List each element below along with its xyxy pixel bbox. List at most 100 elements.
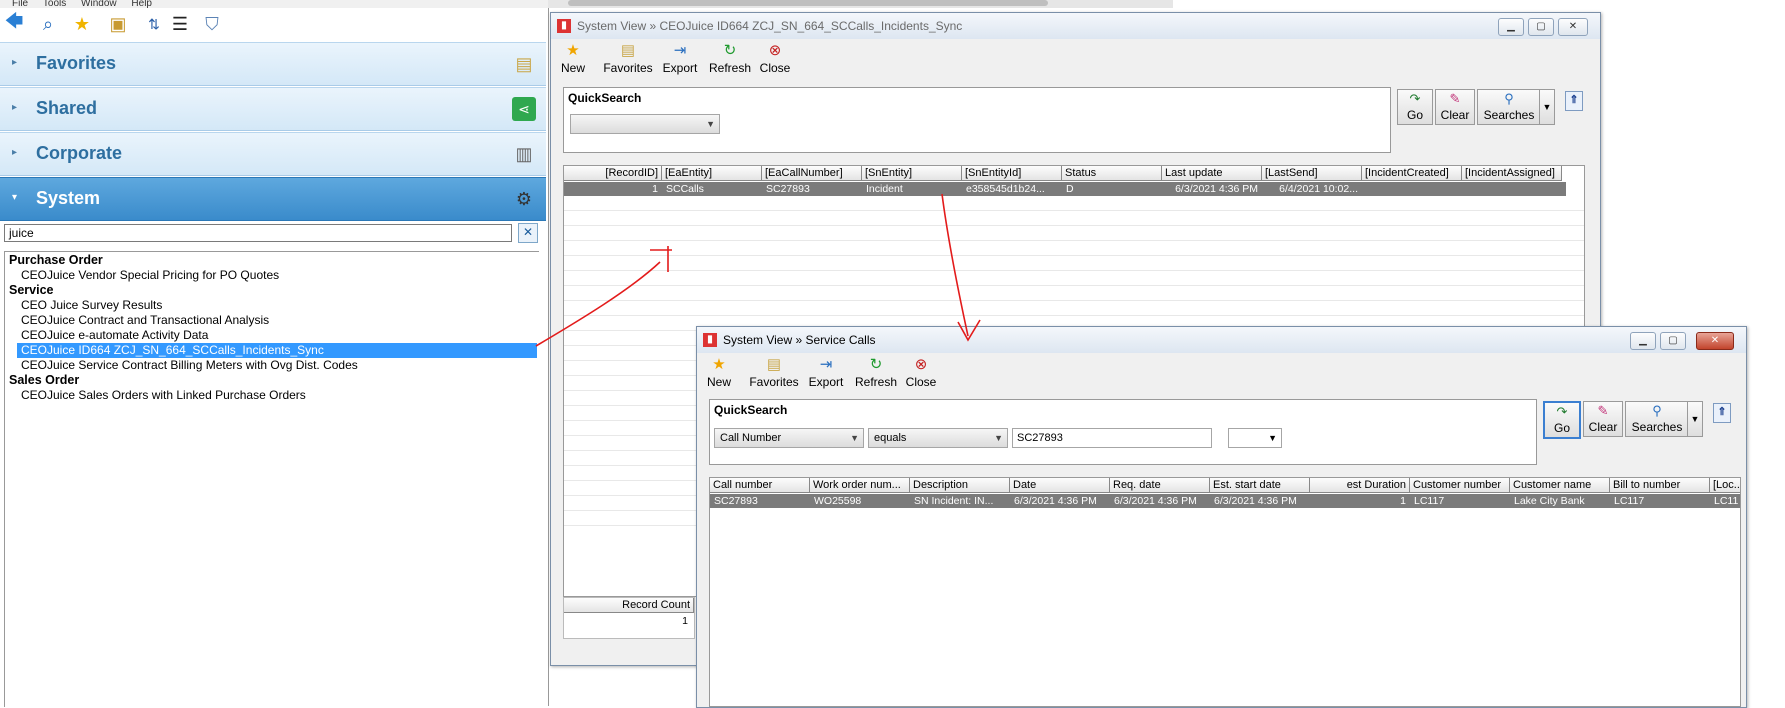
close-window-button[interactable]: ✕ (1696, 332, 1734, 350)
accordion-label: Favorites (36, 53, 117, 73)
column-header[interactable]: Est. start date (1210, 478, 1310, 493)
tree-item[interactable]: CEOJuice e-automate Activity Data (17, 328, 537, 343)
column-header[interactable]: [RecordID] (564, 166, 662, 181)
window-titlebar[interactable]: ▮ System View » CEOJuice ID664 ZCJ_SN_66… (551, 13, 1600, 39)
close-button[interactable]: ⊗ Close (757, 41, 793, 75)
column-header[interactable]: [EaEntity] (662, 166, 762, 181)
tree-item-selected[interactable]: CEOJuice ID664 ZCJ_SN_664_SCCalls_Incide… (17, 343, 537, 358)
list-icon[interactable]: ☰ (168, 12, 192, 36)
search-view-icon[interactable]: ⌕ (36, 12, 60, 36)
column-header[interactable]: Date (1010, 478, 1110, 493)
tree-item[interactable]: CEOJuice Contract and Transactional Anal… (17, 313, 537, 328)
column-header[interactable]: [IncidentCreated] (1362, 166, 1462, 181)
column-header[interactable]: Work order num... (810, 478, 910, 493)
column-header[interactable]: [Loc... (1710, 478, 1740, 493)
tree-group-purchase-order[interactable]: Purchase Order (9, 253, 103, 268)
searches-button[interactable]: ⚲ Searches (1625, 401, 1689, 437)
favorites-button[interactable]: ▤ Favorites (747, 355, 801, 389)
clear-button[interactable]: ✎ Clear (1435, 89, 1475, 125)
go-button[interactable]: ↷ Go (1397, 89, 1433, 125)
maximize-button[interactable]: ▢ (1528, 18, 1554, 36)
column-header[interactable]: Bill to number (1610, 478, 1710, 493)
back-arrow-icon[interactable]: 🡄 (2, 11, 26, 36)
tree-item[interactable]: CEOJuice Service Contract Billing Meters… (17, 358, 537, 373)
quicksearch-field-select[interactable]: ▼ (570, 114, 720, 134)
star-icon: ★ (712, 356, 726, 373)
close-icon: ⊗ (768, 42, 782, 59)
quicksearch-extra-select[interactable]: ▼ (1228, 428, 1282, 448)
favorites-add-icon[interactable]: ▣ (106, 12, 130, 36)
accordion-favorites[interactable]: ▸ Favorites ▤ (0, 42, 546, 86)
accordion-shared[interactable]: ▸ Shared ⋖ (0, 87, 546, 131)
minimize-button[interactable]: ▁ (1498, 18, 1524, 36)
clear-button[interactable]: ✎ Clear (1583, 401, 1623, 437)
column-header[interactable]: Description (910, 478, 1010, 493)
refresh-button[interactable]: ↻ Refresh (855, 355, 897, 389)
export-button[interactable]: ⇥ Export (807, 355, 845, 389)
top-scrollbar[interactable] (548, 0, 1173, 8)
menu-tools[interactable]: Tools (43, 0, 66, 8)
collapse-search-button[interactable]: ⇑ (1713, 403, 1731, 423)
tree-item[interactable]: CEO Juice Survey Results (17, 298, 537, 313)
app-chart-icon: ▮ (703, 333, 717, 347)
tag-icon[interactable]: ⛉ (200, 12, 224, 36)
cell: 6/3/2021 4:36 PM (1175, 183, 1258, 195)
filter-input[interactable]: juice (4, 224, 512, 242)
minimize-button[interactable]: ▁ (1630, 332, 1656, 350)
column-header[interactable]: Req. date (1110, 478, 1210, 493)
quicksearch-field-select[interactable]: Call Number ▼ (714, 428, 864, 448)
favorites-label: Favorites (603, 61, 653, 75)
column-header[interactable]: Status (1062, 166, 1162, 181)
menu-file[interactable]: File (12, 0, 28, 8)
tree-item[interactable]: CEOJuice Sales Orders with Linked Purcha… (17, 388, 537, 403)
accordion-corporate[interactable]: ▸ Corporate ▥ (0, 132, 546, 176)
table-row[interactable]: 1 SCCalls SC27893 Incident e358545d1b24.… (564, 182, 1566, 196)
tree-group-service[interactable]: Service (9, 283, 53, 298)
column-header[interactable]: Customer number (1410, 478, 1510, 493)
cell: 6/3/2021 4:36 PM (1214, 495, 1297, 507)
column-header[interactable]: [IncidentAssigned] (1462, 166, 1562, 181)
favorites-button[interactable]: ▤ Favorites (601, 41, 655, 75)
tree-item[interactable]: CEOJuice Vendor Special Pricing for PO Q… (17, 268, 537, 283)
quicksearch-value-input[interactable]: SC27893 (1012, 428, 1212, 448)
sort-az-icon[interactable]: ⇅ (142, 12, 166, 36)
column-header[interactable]: [LastSend] (1262, 166, 1362, 181)
column-header[interactable]: [SnEntity] (862, 166, 962, 181)
close-button[interactable]: ⊗ Close (903, 355, 939, 389)
export-label: Export (808, 375, 844, 389)
clear-label: Clear (1588, 420, 1618, 434)
table-row[interactable]: SC27893 WO25598 SN Incident: IN... 6/3/2… (710, 494, 1740, 508)
menu-window[interactable]: Window (81, 0, 117, 8)
star-icon[interactable]: ★ (70, 12, 94, 36)
grid-line (564, 240, 1584, 241)
column-header[interactable]: Last update (1162, 166, 1262, 181)
new-button[interactable]: ★ New (559, 41, 587, 75)
accordion-system[interactable]: ▾ System ⚙ (0, 177, 546, 221)
searches-dropdown-button[interactable]: ▼ (1687, 401, 1703, 437)
tree-group-sales-order[interactable]: Sales Order (9, 373, 79, 388)
new-button[interactable]: ★ New (705, 355, 733, 389)
quicksearch-operator-select[interactable]: equals ▼ (868, 428, 1008, 448)
column-header[interactable]: [SnEntityId] (962, 166, 1062, 181)
column-header[interactable]: [EaCallNumber] (762, 166, 862, 181)
cell: e358545d1b24... (966, 183, 1045, 195)
window-titlebar[interactable]: ▮ System View » Service Calls ▁ ▢ ✕ (697, 327, 1746, 353)
menu-help[interactable]: Help (131, 0, 152, 8)
chevron-down-icon: ▼ (850, 433, 859, 443)
export-button[interactable]: ⇥ Export (661, 41, 699, 75)
collapse-search-button[interactable]: ⇑ (1565, 91, 1583, 111)
clear-filter-icon[interactable]: ✕ (518, 223, 538, 243)
scroll-thumb[interactable] (568, 0, 1048, 6)
export-label: Export (662, 61, 698, 75)
column-header[interactable]: Customer name (1510, 478, 1610, 493)
go-button[interactable]: ↷ Go (1543, 401, 1581, 439)
maximize-button[interactable]: ▢ (1660, 332, 1686, 350)
column-header[interactable]: est Duration (1310, 478, 1410, 493)
searches-dropdown-button[interactable]: ▼ (1539, 89, 1555, 125)
searches-button[interactable]: ⚲ Searches (1477, 89, 1541, 125)
window-title: System View » CEOJuice ID664 ZCJ_SN_664_… (577, 19, 963, 33)
column-header[interactable]: Call number (710, 478, 810, 493)
close-window-button[interactable]: ✕ (1558, 18, 1588, 36)
refresh-button[interactable]: ↻ Refresh (709, 41, 751, 75)
chevron-down-icon: ▼ (706, 119, 715, 129)
